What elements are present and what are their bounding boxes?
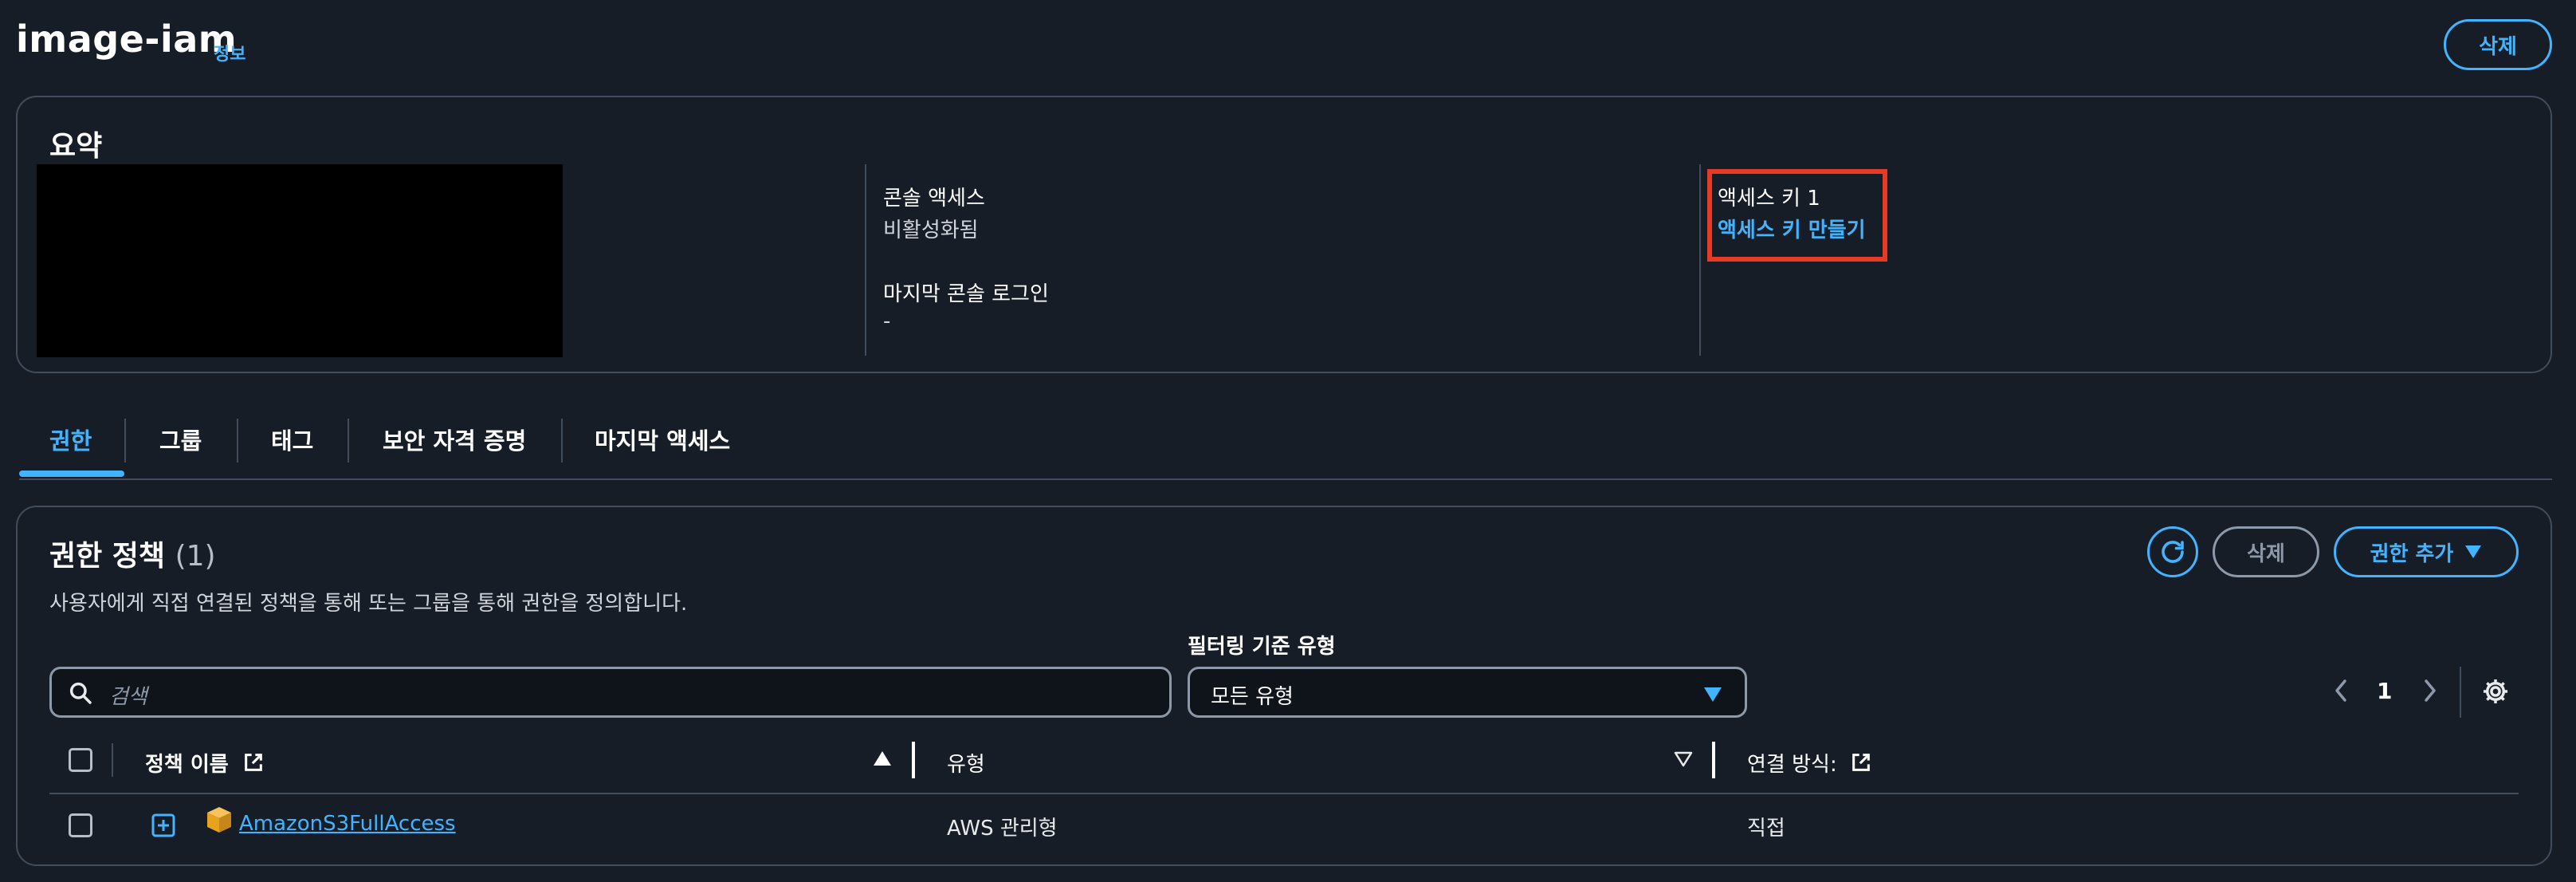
next-page-button[interactable] [2420, 676, 2441, 708]
policy-name-link[interactable]: AmazonS3FullAccess [239, 812, 456, 836]
tab-tags[interactable]: 태그 [271, 423, 313, 456]
tab-divider [124, 419, 126, 463]
tab-divider [237, 419, 238, 463]
external-link-icon [242, 751, 265, 779]
column-header-attached-via[interactable]: 연결 방식: [1747, 748, 1872, 779]
expand-row-button[interactable] [151, 813, 175, 841]
search-input[interactable]: 검색 [49, 667, 1172, 718]
divider [1699, 164, 1701, 356]
add-permission-button[interactable]: 권한 추가 [2334, 526, 2519, 577]
permissions-heading-text: 권한 정책 [49, 540, 166, 573]
last-console-login-label: 마지막 콘솔 로그인 [883, 282, 1049, 306]
permissions-description: 사용자에게 직접 연결된 정책을 통해 또는 그룹을 통해 권한을 정의합니다. [49, 592, 688, 616]
tabs-baseline [19, 478, 2552, 480]
filter-label: 필터링 기준 유형 [1188, 635, 1336, 659]
search-placeholder: 검색 [109, 685, 147, 709]
select-all-checkbox[interactable] [69, 748, 92, 772]
add-permission-label: 권한 추가 [2370, 541, 2454, 566]
column-header-type[interactable]: 유형 [947, 748, 985, 778]
page-title: image-iam [16, 18, 238, 61]
caret-down-icon [1703, 687, 1722, 706]
filter-type-select[interactable]: 모든 유형 [1188, 667, 1747, 718]
active-tab-indicator [19, 471, 124, 477]
create-access-key-link[interactable]: 액세스 키 만들기 [1718, 214, 1866, 243]
attached-via-header-label: 연결 방식: [1747, 753, 1837, 777]
column-resizer[interactable] [912, 742, 915, 778]
row-checkbox[interactable] [69, 813, 92, 837]
filter-value: 모든 유형 [1211, 685, 1294, 709]
tab-permissions[interactable]: 권한 [49, 423, 92, 456]
tab-last-accessed[interactable]: 마지막 액세스 [595, 423, 730, 456]
search-icon [68, 680, 93, 709]
divider [2460, 667, 2461, 718]
sort-ascending-icon[interactable] [872, 750, 893, 770]
refresh-button[interactable] [2147, 526, 2198, 577]
policy-name-header-label: 정책 이름 [145, 753, 229, 777]
page-number[interactable]: 1 [2377, 678, 2392, 704]
previous-page-button[interactable] [2331, 676, 2351, 708]
permissions-heading: 권한 정책 (1) [49, 533, 216, 574]
column-divider [112, 743, 113, 777]
summary-heading: 요약 [49, 130, 103, 163]
access-key-label: 액세스 키 1 [1718, 187, 1820, 211]
tab-divider [561, 419, 563, 463]
tab-security-credentials[interactable]: 보안 자격 증명 [383, 423, 526, 456]
redacted-area [37, 164, 563, 357]
delete-policy-button[interactable]: 삭제 [2213, 526, 2319, 577]
tab-groups[interactable]: 그룹 [159, 423, 202, 456]
chevron-left-icon [2331, 679, 2351, 708]
policy-attached-via: 직접 [1747, 817, 1785, 841]
external-link-icon [1850, 751, 1872, 779]
console-access-value: 비활성화됨 [883, 219, 979, 242]
plus-square-icon [151, 813, 175, 841]
column-resizer[interactable] [1712, 742, 1715, 778]
tab-divider [348, 419, 349, 463]
delete-user-button[interactable]: 삭제 [2444, 19, 2552, 70]
divider [865, 164, 866, 356]
last-console-login-value: - [883, 309, 891, 333]
console-access-label: 콘솔 액세스 [883, 187, 985, 211]
chevron-right-icon [2420, 679, 2441, 708]
info-link[interactable]: 정보 [214, 40, 245, 65]
preferences-button[interactable] [2480, 676, 2511, 710]
caret-down-icon [2464, 545, 2482, 559]
permissions-count: (1) [175, 540, 216, 573]
column-header-policy-name[interactable]: 정책 이름 [145, 748, 265, 779]
sort-descending-icon[interactable] [1674, 751, 1693, 770]
aws-managed-policy-icon [206, 805, 233, 837]
gear-icon [2480, 679, 2511, 710]
policy-type: AWS 관리형 [947, 817, 1058, 841]
refresh-icon [2158, 537, 2187, 566]
